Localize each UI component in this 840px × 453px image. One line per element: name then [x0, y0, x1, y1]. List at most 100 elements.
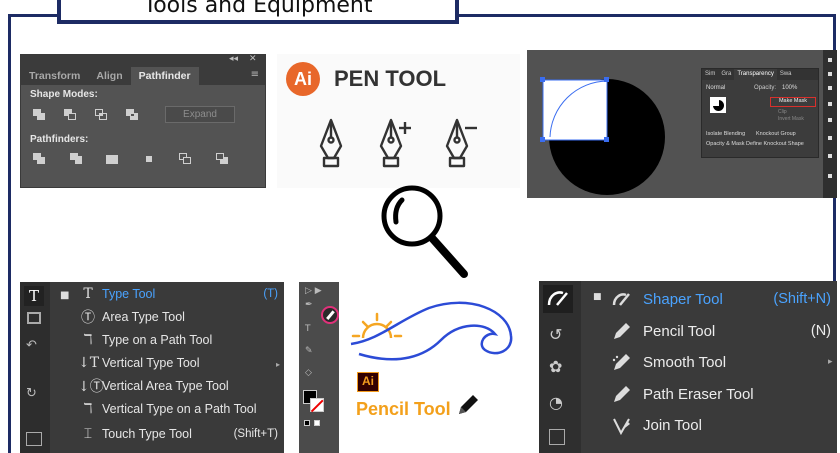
add-anchor-pen-icon: [379, 118, 411, 168]
menu-item-pencil-tool[interactable]: Pencil Tool (N): [611, 318, 831, 344]
pen-tool-icon[interactable]: ✒: [305, 300, 313, 310]
shape-builder-icon[interactable]: ◔: [549, 393, 563, 412]
sun-waves-illustration: [350, 301, 513, 361]
menu-item-label: Area Type Tool: [102, 310, 185, 324]
collapse-icon[interactable]: ◂◂: [229, 55, 238, 64]
pen-tool-card: Ai PEN TOOL: [277, 54, 520, 188]
stroke-mode-icon[interactable]: [314, 420, 320, 426]
menu-item-touch-type[interactable]: ⌶ Touch Type Tool (Shift+T): [78, 423, 278, 445]
pencil-icon: [611, 321, 633, 341]
menu-item-vertical-type[interactable]: ↓T Vertical Type Tool: [78, 352, 278, 374]
menu-item-label: Smooth Tool: [643, 353, 727, 371]
shaper-tool-menu-screenshot: ↺ ✿ ◔ ■ Shaper Tool (Shift+N) Pencil Too…: [539, 281, 837, 453]
menu-item-area-type[interactable]: Ⓣ Area Type Tool: [78, 306, 278, 328]
make-mask-button[interactable]: Make Mask: [770, 97, 816, 107]
unite-icon[interactable]: [33, 108, 45, 120]
menu-item-path-eraser-tool[interactable]: Path Eraser Tool: [611, 381, 831, 407]
clip-checkbox[interactable]: Clip: [778, 109, 787, 115]
pencil-icon: [459, 395, 478, 414]
tab-transform[interactable]: Transform: [21, 67, 88, 85]
invert-mask-checkbox[interactable]: Invert Mask: [778, 116, 804, 122]
pencil-tool-card: ▷ ▶ ✒ T ✎ ◇ Ai Pencil Tool: [299, 282, 529, 453]
menu-item-shaper-tool[interactable]: Shaper Tool (Shift+N): [611, 286, 831, 312]
title-banner: Tools and Equipment: [57, 0, 459, 24]
magnifier-icon: [381, 185, 468, 278]
panel-titlebar: ◂◂ ✕: [21, 55, 265, 67]
pathfinders-row: [21, 146, 265, 170]
menu-item-smooth-tool[interactable]: Smooth Tool: [611, 349, 831, 375]
intersect-icon[interactable]: [95, 108, 107, 120]
close-icon[interactable]: ✕: [249, 55, 257, 64]
shape-modes-label: Shape Modes:: [30, 89, 98, 100]
submenu-arrow-icon: ▸: [828, 357, 833, 367]
page-title: Tools and Equipment: [143, 0, 373, 18]
menu-item-vertical-area-type[interactable]: ↓Ⓣ Vertical Area Type Tool: [78, 375, 278, 397]
grid-tool-icon[interactable]: [26, 432, 42, 446]
minus-back-icon[interactable]: [215, 152, 228, 164]
fill-mode-icon[interactable]: [304, 420, 310, 426]
path-eraser-icon: [611, 384, 633, 404]
type-tool-button[interactable]: T: [24, 286, 44, 306]
toolbar-column: ▷ ▶ ✒ T ✎ ◇: [299, 282, 339, 453]
pathfinders-label: Pathfinders:: [30, 134, 89, 145]
pencil-tool-button[interactable]: [321, 306, 339, 324]
opacity-value[interactable]: 100%: [782, 85, 797, 91]
eraser-icon[interactable]: ◇: [305, 368, 312, 378]
vertical-type-on-path-icon: ℸ: [83, 401, 93, 417]
menu-item-label: Vertical Type on a Path Tool: [102, 402, 257, 416]
menu-item-type-tool[interactable]: T Type Tool (T): [78, 283, 278, 305]
merge-icon[interactable]: [106, 153, 119, 164]
expand-button[interactable]: Expand: [165, 105, 235, 123]
isolate-blending-checkbox[interactable]: Isolate Blending: [706, 131, 745, 137]
paintbrush-icon[interactable]: ✎: [305, 346, 313, 356]
menu-item-shortcut: (Shift+N): [773, 291, 831, 307]
menu-item-join-tool[interactable]: Join Tool: [611, 412, 831, 438]
illustrator-logo: Ai: [357, 372, 379, 392]
tab-swatches[interactable]: Swa: [777, 69, 795, 80]
tab-symbols[interactable]: Sim: [702, 69, 718, 80]
type-tool-icon[interactable]: T: [305, 324, 311, 334]
menu-item-label: Path Eraser Tool: [643, 385, 754, 403]
toolbar-column: T ↶ ↻: [20, 282, 50, 453]
toolbar-column: ↺ ✿ ◔: [539, 281, 581, 453]
menu-item-label: Vertical Type Tool: [102, 356, 200, 370]
area-type-icon: Ⓣ: [81, 310, 95, 326]
panel-tabs: Transform Align Pathfinder ≡: [21, 67, 265, 85]
join-icon: [611, 415, 633, 436]
menu-item-type-on-path[interactable]: ℸ Type on a Path Tool: [78, 329, 278, 351]
minus-front-icon[interactable]: [64, 108, 76, 120]
opacity-mask-knockout-checkbox[interactable]: Opacity & Mask Define Knockout Shape: [706, 141, 804, 147]
type-tool-menu-screenshot: T ↶ ↻ ■ T Type Tool (T) Ⓣ Area Type Tool…: [20, 282, 284, 453]
mesh-tool-icon[interactable]: [549, 429, 565, 445]
type-icon: T: [83, 286, 93, 302]
exclude-icon[interactable]: [126, 108, 138, 120]
divide-icon[interactable]: [33, 152, 45, 164]
menu-item-vertical-type-on-path[interactable]: ℸ Vertical Type on a Path Tool: [78, 398, 278, 420]
rotate-tool-icon[interactable]: ↺: [549, 325, 562, 344]
panel-menu-icon[interactable]: ≡: [245, 67, 265, 85]
stroke-color-swatch[interactable]: [310, 398, 324, 412]
menu-item-label: Shaper Tool: [643, 290, 723, 308]
pen-icons: [319, 118, 477, 168]
crop-icon[interactable]: [143, 153, 155, 164]
white-square: [542, 79, 608, 141]
vertical-area-type-icon: ↓Ⓣ: [78, 379, 104, 395]
tab-transparency[interactable]: Transparency: [734, 69, 777, 80]
tab-gradient[interactable]: Gra: [718, 69, 734, 80]
tab-pathfinder[interactable]: Pathfinder: [130, 67, 199, 85]
rectangle-tool-icon[interactable]: [27, 312, 41, 324]
trim-icon[interactable]: [69, 152, 82, 164]
blend-mode-select[interactable]: Normal: [706, 85, 725, 91]
menu-item-shortcut: (T): [263, 288, 278, 300]
shaper-tool-icon[interactable]: ↶: [26, 338, 42, 353]
puppet-warp-icon[interactable]: ↻: [26, 386, 42, 401]
menu-item-label: Type on a Path Tool: [102, 333, 213, 347]
shaper-tool-button[interactable]: [543, 285, 573, 313]
puppet-warp-icon[interactable]: ✿: [549, 357, 562, 376]
knockout-group-checkbox[interactable]: Knockout Group: [756, 131, 796, 137]
selection-tool-icon[interactable]: ▷ ▶: [305, 286, 322, 296]
outline-icon[interactable]: [179, 152, 192, 164]
delete-anchor-pen-icon: [445, 118, 477, 168]
pathfinder-panel: ◂◂ ✕ Transform Align Pathfinder ≡ Shape …: [20, 54, 266, 188]
tab-align[interactable]: Align: [88, 67, 130, 85]
